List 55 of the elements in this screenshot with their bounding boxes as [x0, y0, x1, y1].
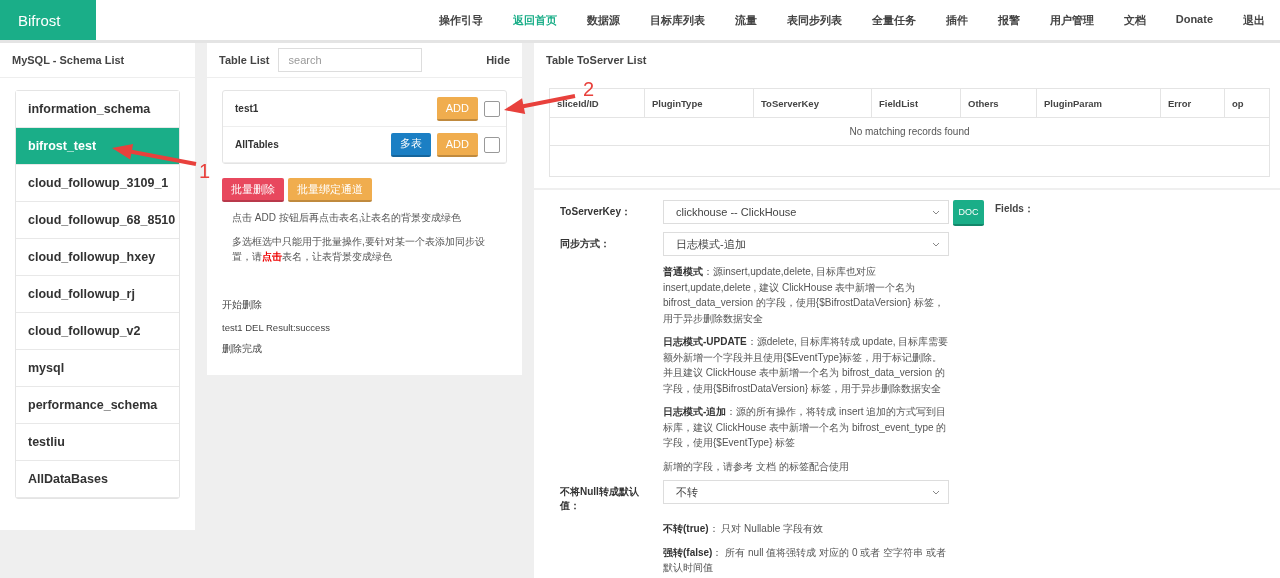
hint-text: 多选框选中只能用于批量操作,要针对某一个表添加同步设置，请点击表名，让表背景变成绿色 [232, 234, 486, 264]
log-line: test1 DEL Result:success [222, 321, 331, 333]
checkbox[interactable] [484, 100, 500, 117]
nav-link[interactable]: 流量 [719, 12, 772, 28]
column-header: PluginType [645, 89, 754, 117]
field-label: 同步方式： [560, 237, 611, 251]
batch-delete-button[interactable]: 批量删除 [222, 178, 284, 202]
nav-link[interactable]: 用户管理 [1034, 12, 1109, 28]
checkbox[interactable] [484, 136, 500, 153]
column-header: FieldList [872, 89, 961, 117]
nav-link[interactable]: 数据源 [571, 12, 635, 28]
nav-link[interactable]: Donate [1160, 12, 1228, 28]
hint-text: 点击 ADD 按钮后再点击表名,让表名的背景变成绿色 [232, 211, 463, 225]
nav-link[interactable]: 全量任务 [856, 12, 931, 28]
column-header: PluginParam [1037, 89, 1161, 117]
panel-title: MySQL - Schema List [12, 54, 125, 66]
field-label: 不将Null转成默认值： [560, 485, 640, 513]
nav-link[interactable]: 报警 [982, 12, 1035, 28]
field-label: Fields： [994, 202, 1035, 216]
help-text: 普通模式：源insert,update,delete, 目标库也对应 insert,update,delete , 建议 ClickHouse 表中新增一个名为 bifrost_data_version 的字段，使用{$BifrostDataVersion} 标签，用于异步删除数据安全 [663, 265, 945, 326]
chevron-down-icon [932, 209, 940, 215]
annotation-number: 2 [583, 78, 595, 100]
panel-title: Table List [219, 54, 270, 66]
chevron-down-icon [932, 241, 940, 247]
column-header: Others [961, 89, 1037, 117]
panel-title: Table ToServer List [546, 54, 647, 66]
nav-link[interactable]: 目标库列表 [634, 12, 720, 28]
select-field[interactable]: clickhouse -- ClickHouse [663, 200, 949, 224]
chevron-down-icon [932, 489, 940, 495]
select-field[interactable]: 日志模式-追加 [663, 232, 949, 256]
schema-item[interactable]: information_schema [16, 91, 179, 128]
search-field[interactable]: search [277, 48, 422, 72]
empty-message: No matching records found [550, 118, 1269, 146]
table-name[interactable]: AllTables [235, 139, 279, 150]
nav-link[interactable]: 操作引导 [423, 12, 498, 28]
log-line: 开始删除 [222, 298, 263, 312]
nav-link[interactable]: 退出 [1228, 12, 1280, 28]
column-header: Error [1161, 89, 1225, 117]
help-text: 强转(false)： 所有 null 值将强转成 对应的 0 或者 空字符串 或者默认时间值 [663, 545, 947, 575]
nav-link[interactable]: 文档 [1108, 12, 1161, 28]
help-text: 日志模式-UPDATE：源delete, 目标库将转成 update, 目标库需要额外新增一个字段并且使用{$EventType}标签，用于标记删除。并且建议 ClickHouse 表中新增一个名为 bifrost_data_version 的字段，使用{$BifrostDataVersion} 标签，用于异步删除数据安全 [663, 335, 949, 396]
field-label: ToServerKey： [560, 205, 632, 219]
nav-link[interactable]: 插件 [930, 12, 983, 28]
table-name[interactable]: test1 [235, 103, 259, 114]
select-field[interactable]: 不转 [663, 480, 949, 504]
help-text: 新增的字段，请参考 文档 的标签配合使用 [663, 459, 850, 474]
hide-link[interactable]: Hide [486, 54, 510, 66]
help-text: 日志模式-追加：源的所有操作，将转成 insert 追加的方式写到目标库，建议 ClickHouse 表中新增一个名为 bifrost_event_type 的字段，使用{$EventType} 标签 [663, 405, 948, 450]
nav-link[interactable]: 表同步列表 [771, 12, 857, 28]
help-text: 不转(true)： 只对 Nullable 字段有效 [663, 522, 825, 536]
column-header: op [1231, 96, 1245, 111]
log-line: 删除完成 [222, 342, 263, 356]
annotation-number: 1 [199, 160, 211, 183]
column-header: ToServerKey [754, 89, 872, 117]
multi-table-button[interactable]: 多表 [390, 132, 431, 157]
